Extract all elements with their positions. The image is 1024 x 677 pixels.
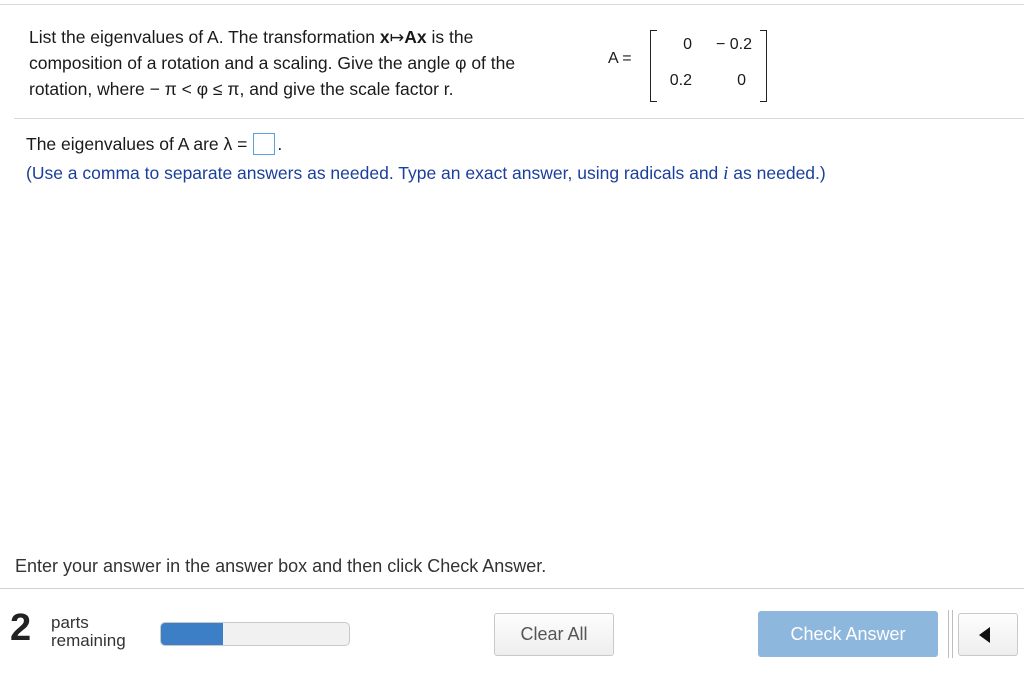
matrix-cell-2-1: 0.2 — [669, 72, 692, 89]
answer-prefix: The eigenvalues of A are λ = — [26, 133, 248, 154]
maps-to-arrow: ↦ — [389, 27, 405, 47]
matrix-label: A = — [608, 50, 632, 67]
question-divider — [14, 118, 1024, 119]
answer-line: The eigenvalues of A are λ = . — [26, 133, 282, 155]
matrix-right-bracket — [760, 30, 767, 102]
footer-divider — [0, 588, 1024, 589]
matrix-cell-1-2: − 0.2 — [715, 36, 752, 53]
vector-x: x — [379, 27, 390, 47]
question-text: List the eigenvalues of A. The transform… — [29, 27, 516, 99]
check-answer-button[interactable]: Check Answer — [758, 611, 938, 657]
matrix-cell-2-2: 0 — [737, 72, 746, 89]
answer-hint: (Use a comma to separate answers as need… — [26, 163, 826, 184]
triangle-left-icon — [979, 627, 990, 643]
clear-all-button[interactable]: Clear All — [494, 613, 614, 656]
answer-suffix: . — [277, 133, 283, 154]
progress-fill — [161, 623, 224, 645]
phi-symbol: φ — [455, 53, 467, 73]
progress-bar — [160, 622, 350, 646]
parts-remaining-label: parts remaining — [51, 613, 126, 650]
footer-separator-2 — [952, 610, 953, 658]
angle-constraint: − π < φ ≤ π — [149, 79, 240, 99]
instruction-text: Enter your answer in the answer box and … — [15, 556, 547, 576]
matrix-cell-1-1: 0 — [683, 36, 692, 53]
top-divider — [0, 4, 1024, 5]
matrix-left-bracket — [650, 30, 657, 102]
vector-ax: Ax — [404, 27, 427, 47]
matrix-a: A = 0 − 0.2 0.2 0 — [608, 28, 778, 103]
footer-separator-1 — [948, 610, 949, 658]
parts-remaining-count: 2 — [10, 607, 32, 649]
previous-question-button[interactable] — [958, 613, 1018, 656]
answer-input-box[interactable] — [253, 133, 276, 155]
